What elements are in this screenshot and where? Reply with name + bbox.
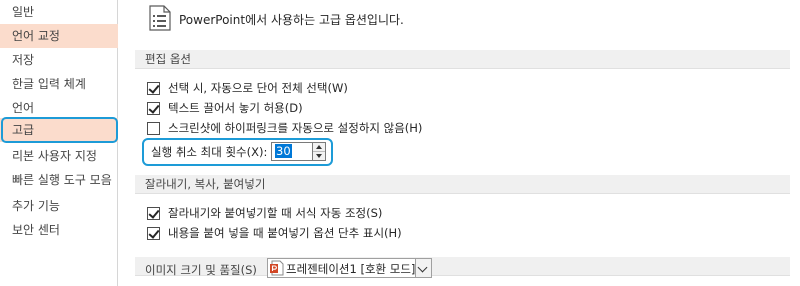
option-show-paste-options[interactable]: 내용을 붙여 넣을 때 붙여넣기 옵션 단추 표시(H)	[147, 224, 402, 242]
spin-down-icon[interactable]	[313, 152, 325, 161]
checkbox-checked[interactable]	[147, 101, 160, 115]
option-label: 텍스트 끌어서 놓기 허용(D)	[168, 101, 303, 115]
page-title: PowerPoint에서 사용하는 고급 옵션입니다.	[179, 13, 404, 27]
undo-max-spinner	[313, 142, 326, 161]
checkbox-checked[interactable]	[147, 226, 160, 240]
advanced-options-dialog: 일반 언어 교정 저장 한글 입력 체계 언어 고급 리본 사용자 지정 빠른 …	[0, 0, 800, 286]
sidebar-item-language[interactable]: 언어	[0, 96, 118, 120]
option-smart-cut-paste[interactable]: 잘라내기와 붙여넣기할 때 서식 자동 조정(S)	[147, 204, 382, 222]
image-quality-document-select[interactable]: 프레젠테이션1 [호환 모드]	[267, 258, 432, 278]
undo-max-value: 30	[275, 144, 292, 158]
spin-up-icon[interactable]	[313, 143, 325, 152]
sidebar-item-quick-access-toolbar[interactable]: 빠른 실행 도구 모음	[0, 168, 118, 192]
chevron-down-icon[interactable]	[415, 259, 431, 277]
option-drag-drop-text[interactable]: 텍스트 끌어서 놓기 허용(D)	[147, 99, 303, 117]
image-quality-label: 이미지 크기 및 품질(S)	[145, 263, 257, 277]
undo-max-label: 실행 취소 최대 횟수(X):	[151, 145, 268, 159]
option-no-auto-hyperlink-screenshot[interactable]: 스크린샷에 하이퍼링크를 자동으로 설정하지 않음(H)	[147, 119, 422, 137]
sidebar-item-korean-input[interactable]: 한글 입력 체계	[0, 72, 118, 96]
sidebar-item-trust-center[interactable]: 보안 센터	[0, 218, 118, 242]
sidebar-item-add-ins[interactable]: 추가 기능	[0, 194, 118, 218]
option-label: 잘라내기와 붙여넣기할 때 서식 자동 조정(S)	[168, 206, 383, 220]
checkbox-checked[interactable]	[147, 206, 160, 220]
section-header-cut-copy-paste: 잘라내기, 복사, 붙여넣기	[135, 175, 790, 194]
sidebar-item-proofing[interactable]: 언어 교정	[0, 24, 118, 48]
option-label: 선택 시, 자동으로 단어 전체 선택(W)	[168, 81, 348, 95]
selected-document: 프레젠테이션1 [호환 모드]	[286, 262, 416, 276]
option-label: 스크린샷에 하이퍼링크를 자동으로 설정하지 않음(H)	[168, 121, 423, 135]
section-header-editing: 편집 옵션	[135, 50, 790, 69]
powerpoint-file-icon	[270, 260, 284, 276]
sidebar-item-customize-ribbon[interactable]: 리본 사용자 지정	[0, 144, 118, 168]
option-label: 내용을 붙여 넣을 때 붙여넣기 옵션 단추 표시(H)	[168, 226, 402, 240]
options-sidebar: 일반 언어 교정 저장 한글 입력 체계 언어 고급 리본 사용자 지정 빠른 …	[0, 0, 118, 286]
checkbox-checked[interactable]	[147, 81, 160, 95]
advanced-options-panel: PowerPoint에서 사용하는 고급 옵션입니다. 편집 옵션 선택 시, …	[119, 0, 800, 286]
checkbox-unchecked[interactable]	[147, 121, 160, 135]
sidebar-item-general[interactable]: 일반	[0, 0, 118, 24]
option-auto-select-word[interactable]: 선택 시, 자동으로 단어 전체 선택(W)	[147, 79, 348, 97]
document-settings-icon	[149, 5, 171, 31]
sidebar-item-save[interactable]: 저장	[0, 48, 118, 72]
undo-max-input[interactable]: 30	[271, 142, 313, 161]
sidebar-item-advanced[interactable]: 고급	[0, 118, 118, 142]
